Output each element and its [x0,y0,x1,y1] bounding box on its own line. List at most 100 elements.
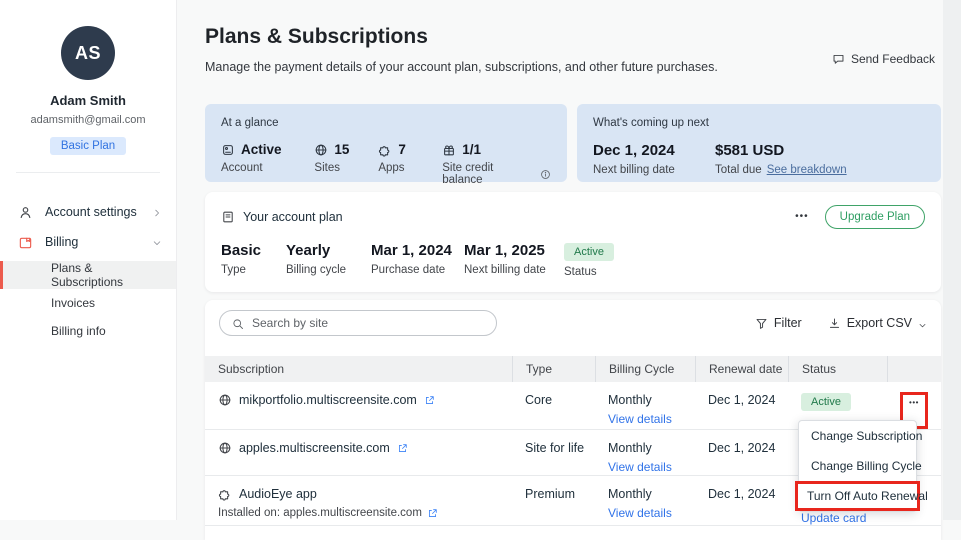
sidebar-item-plans-subscriptions[interactable]: Plans & Subscriptions [0,261,176,289]
stat-account: Active Account [221,142,314,186]
sidebar-item-account-settings[interactable]: Account settings [0,197,176,227]
page-title: Plans & Subscriptions [205,24,941,50]
plan-card-title: Your account plan [243,210,343,224]
sidebar-subitem-label: Invoices [51,296,95,310]
info-icon[interactable] [540,169,551,180]
plan-stat-cycle: Yearly Billing cycle [286,242,371,278]
billing-cycle-value: Monthly [608,487,695,501]
stat-sites: 15 Sites [314,142,378,186]
sidebar: AS Adam Smith adamsmith@gmail.com Basic … [0,0,177,520]
menu-item-change-subscription[interactable]: Change Subscription [799,421,916,451]
stat-next-billing: Dec 1, 2024 Next billing date [593,142,715,176]
plan-stat-type: Basic Type [221,242,286,278]
scroll-gutter [943,0,961,520]
plan-more-button[interactable]: ••• [795,212,809,222]
external-link-icon[interactable] [427,508,438,519]
summary-cards: At a glance Active Account [205,104,941,182]
column-header-actions [887,356,941,382]
avatar-initials: AS [75,43,101,64]
stat-value: Yearly [286,242,371,259]
filter-button[interactable]: Filter [755,316,802,330]
update-card-link[interactable]: Update card [801,511,887,525]
stat-label: Type [221,264,286,276]
stat-label: Next billing date [593,164,715,176]
external-link-icon[interactable] [424,395,435,406]
subscription-type: Site for life [512,430,595,475]
upgrade-plan-button[interactable]: Upgrade Plan [825,205,925,229]
profile-email: adamsmith@gmail.com [0,114,176,126]
sidebar-divider [16,172,160,173]
profile-name: Adam Smith [0,93,176,108]
row-context-menu: Change Subscription Change Billing Cycle… [798,420,917,512]
view-details-link[interactable]: View details [608,460,695,474]
plan-stat-status: Active Status [564,242,614,278]
globe-icon [314,143,328,157]
stat-label: Site credit balance [442,162,535,186]
stat-value: Mar 1, 2025 [464,242,564,259]
person-icon [18,205,33,220]
at-a-glance-card: At a glance Active Account [205,104,567,182]
renewal-date: Dec 1, 2024 [695,430,788,475]
stat-value: 7 [398,142,406,157]
external-link-icon[interactable] [397,443,408,454]
search-box[interactable] [219,310,497,336]
subscription-type: Core [512,382,595,429]
sidebar-subitem-label: Billing info [51,324,106,338]
filter-icon [755,317,768,330]
search-icon [232,317,244,329]
menu-item-turn-off-auto-renewal-annotated[interactable]: Turn Off Auto Renewal [795,481,920,511]
puzzle-icon [378,143,392,157]
sidebar-item-label: Billing [45,235,78,249]
column-header-type: Type [512,356,595,382]
stat-label: Next billing date [464,264,564,276]
globe-icon [218,441,232,455]
main-content: Plans & Subscriptions Manage the payment… [177,0,961,520]
billing-cycle-value: Monthly [608,441,695,455]
billing-icon [18,235,33,250]
table-toolbar: Filter Export CSV [205,300,941,356]
plan-document-icon [221,210,235,224]
sidebar-item-invoices[interactable]: Invoices [0,289,176,317]
chevron-right-icon [152,207,162,217]
stat-value: Mar 1, 2024 [371,242,464,259]
subscriptions-card: Filter Export CSV Subscription Type Bill… [205,300,941,540]
stat-value: 1/1 [462,142,481,157]
filter-label: Filter [774,316,802,330]
stat-label: Status [564,266,614,278]
search-input[interactable] [252,316,484,330]
stat-label: Billing cycle [286,264,371,276]
stat-label: Apps [378,162,442,174]
more-icon: ••• [909,398,919,407]
view-details-link[interactable]: View details [608,506,695,520]
column-header-billing-cycle: Billing Cycle [595,356,695,382]
renewal-date: Dec 1, 2024 [695,476,788,525]
send-feedback-button[interactable]: Send Feedback [832,52,935,66]
plan-badge: Basic Plan [50,137,126,155]
sidebar-item-billing[interactable]: Billing [0,227,176,257]
stat-label: Account [221,162,314,174]
coming-up-card: What's coming up next Dec 1, 2024 Next b… [577,104,941,182]
send-feedback-label: Send Feedback [851,52,935,66]
puzzle-icon [218,487,232,501]
subscription-type: Premium [512,476,595,525]
stat-value: Active [241,142,282,157]
stat-value: Basic [221,242,286,259]
feedback-icon [832,53,845,66]
menu-item-change-billing-cycle[interactable]: Change Billing Cycle [799,451,916,481]
subscription-name: mikportfolio.multiscreensite.com [239,393,417,407]
chevron-down-icon [918,319,927,328]
plan-stat-next-billing: Mar 1, 2025 Next billing date [464,242,564,278]
see-breakdown-link[interactable]: See breakdown [767,164,847,176]
billing-cycle-value: Monthly [608,393,695,407]
stat-site-credit: 1/1 Site credit balance [442,142,551,186]
download-icon [828,317,841,330]
stat-label: Sites [314,162,378,174]
sidebar-item-billing-info[interactable]: Billing info [0,317,176,345]
sidebar-item-label: Account settings [45,205,137,219]
column-header-status: Status [788,356,887,382]
column-header-subscription: Subscription [205,356,512,382]
sidebar-nav: Account settings Billing Plans & Subscri… [0,197,176,345]
subscription-name: apples.multiscreensite.com [239,441,390,455]
view-details-link[interactable]: View details [608,412,695,426]
export-csv-button[interactable]: Export CSV [828,316,927,330]
